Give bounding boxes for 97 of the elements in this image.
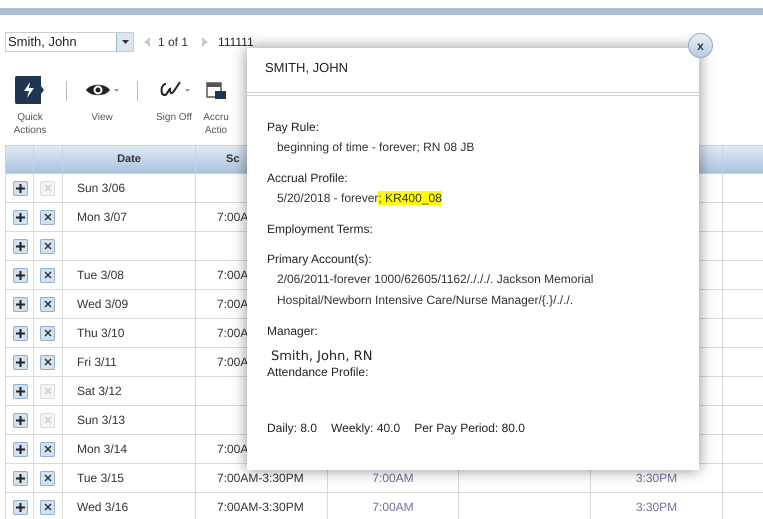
table-cell-text: 7:00AM-3:30PM <box>216 500 304 514</box>
plus-icon <box>16 444 25 454</box>
plus-icon <box>16 386 25 396</box>
delete-button[interactable] <box>40 500 55 514</box>
total-value: Daily: 8.0 <box>267 420 318 437</box>
cross-icon <box>44 271 52 279</box>
cross-icon <box>44 503 52 511</box>
table-cell-text: 7:00A <box>216 326 248 340</box>
plus-icon <box>16 474 25 482</box>
table-cell-text: Fri 3/11 <box>76 355 117 369</box>
table-cell-text: 7:00A <box>216 210 248 224</box>
table-cell: 3:30PM <box>636 500 678 514</box>
add-button[interactable] <box>13 470 28 486</box>
table-cell-text: Sat 3/12 <box>76 384 122 398</box>
popup-title: SMITH, JOHN <box>264 59 350 77</box>
cross-icon <box>44 416 52 424</box>
table-cell-text: Tue 3/08 <box>76 268 124 282</box>
cross-icon <box>44 445 52 453</box>
delete-button[interactable] <box>40 442 55 456</box>
toolbar-button[interactable]: Quick Actions <box>8 75 52 137</box>
add-button[interactable] <box>13 354 28 370</box>
table-cell-text: Thu 3/10 <box>76 326 124 340</box>
delete-button[interactable] <box>40 238 55 254</box>
plus-icon <box>16 300 25 308</box>
table-cell: 7:00AM <box>372 471 414 485</box>
cross-icon <box>44 358 52 366</box>
delete-button[interactable] <box>40 210 55 224</box>
plus-icon <box>16 502 25 512</box>
toolbar-button[interactable]: Accru Actio <box>202 75 230 137</box>
dropdown-button[interactable] <box>116 33 133 51</box>
toolbar-button[interactable]: View <box>81 75 123 124</box>
total-value: Weekly: 40.0 <box>331 420 400 437</box>
field-label: Pay Rule: <box>267 119 320 136</box>
table-cell-text: Mon 3/07 <box>76 210 128 224</box>
plus-icon <box>16 212 25 222</box>
add-button[interactable] <box>13 296 28 312</box>
add-button[interactable] <box>13 326 28 340</box>
table-cell-text: Wed 3/09 <box>76 297 128 311</box>
add-button[interactable] <box>13 180 28 196</box>
toolbar-button[interactable]: Sign Off <box>152 75 196 124</box>
add-button[interactable] <box>13 500 28 514</box>
add-button[interactable] <box>13 412 28 428</box>
field-value: 5/20/2018 - forever; KR400_08 <box>276 190 443 207</box>
field-value: 2/06/2011-forever 1000/62605/1162/./././. Jackson Memorial <box>276 271 594 288</box>
plus-icon <box>16 270 25 280</box>
total-value: Per Pay Period: 80.0 <box>414 420 525 437</box>
table-cell: 7:00AM <box>372 500 414 514</box>
add-button[interactable] <box>13 238 28 254</box>
plus-icon <box>16 184 25 192</box>
employee-dropdown[interactable]: Smith, John <box>5 32 134 52</box>
table-cell-text: 7:00A <box>216 268 248 282</box>
field-label: Employment Terms: <box>267 221 374 238</box>
table-cell-text: 7:00A <box>216 355 248 369</box>
caret-icon <box>122 40 128 44</box>
field-label: Manager: <box>267 323 319 340</box>
table-cell-text: Wed 3/16 <box>76 500 128 514</box>
delete-button[interactable] <box>40 354 55 370</box>
table-cell-text: Mon 3/14 <box>76 442 128 456</box>
table-cell-text: 7:00A <box>216 442 248 456</box>
delete-button[interactable] <box>40 470 55 486</box>
table-cell-text: 7:00A <box>216 297 248 311</box>
plus-icon <box>16 328 25 338</box>
table-cell: 3:30PM <box>636 471 678 485</box>
table-cell-text: 7:00AM-3:30PM <box>216 471 304 485</box>
delete-button[interactable] <box>40 326 55 340</box>
manager-name: Smith, John, RN <box>270 349 374 365</box>
table-cell-text: Sun 3/06 <box>76 181 126 195</box>
field-label: Attendance Profile: <box>267 365 370 379</box>
field-label: Accrual Profile: <box>267 170 349 187</box>
cross-icon <box>44 242 52 250</box>
cross-icon <box>44 387 52 395</box>
table-cell-text: Sun 3/13 <box>76 413 126 427</box>
employee-id: 111111 <box>218 34 254 51</box>
field-value: beginning of time - forever; RN 08 JB <box>276 139 476 156</box>
field-value: Hospital/Newborn Intensive Care/Nurse Manager/{.}/././. <box>276 292 574 309</box>
cross-icon <box>44 474 52 482</box>
plus-icon <box>16 358 25 366</box>
column-header: Date <box>117 153 141 166</box>
cross-icon <box>44 329 52 337</box>
plus-icon <box>16 416 25 424</box>
add-button[interactable] <box>13 442 28 456</box>
page-indicator: 1 of 1 <box>158 34 188 51</box>
lightning-icon <box>15 76 45 104</box>
delete-button[interactable] <box>40 268 55 282</box>
add-button[interactable] <box>13 384 28 398</box>
column-header: Sc <box>225 152 240 168</box>
cross-icon <box>44 300 52 308</box>
close-button[interactable]: x <box>688 33 713 58</box>
cross-icon <box>44 213 52 221</box>
add-button[interactable] <box>13 210 28 224</box>
field-label: Primary Account(s): <box>267 251 373 268</box>
delete-button[interactable] <box>40 296 55 312</box>
add-button[interactable] <box>13 268 28 282</box>
plus-icon <box>16 242 25 250</box>
table-cell-text: Tue 3/15 <box>76 471 124 485</box>
calendar-icon <box>206 80 226 100</box>
cross-icon <box>44 184 52 192</box>
